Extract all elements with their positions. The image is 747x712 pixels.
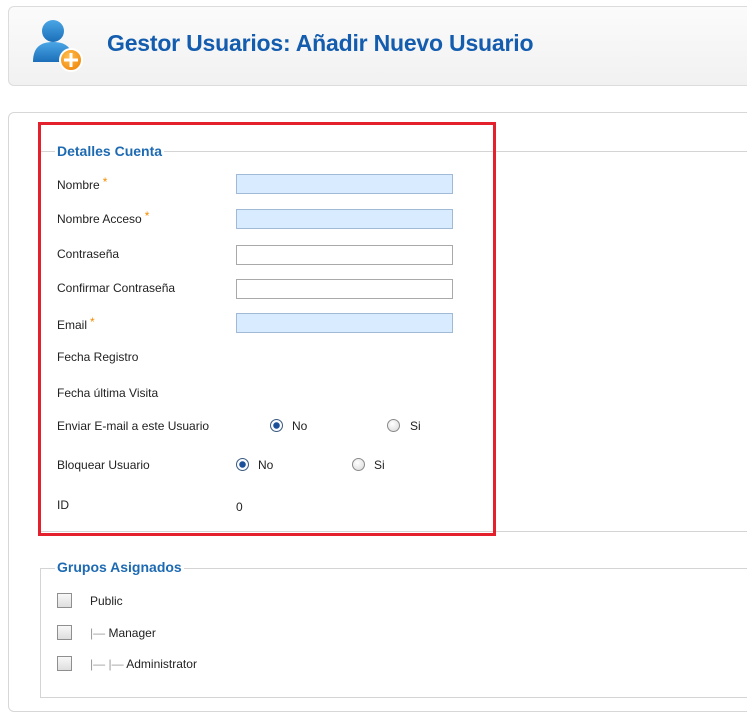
group-checkbox-public[interactable] xyxy=(57,593,72,608)
group-label-public: Public xyxy=(90,594,123,608)
tree-prefix: |— |— xyxy=(90,657,127,671)
confirm-password-input[interactable] xyxy=(236,279,453,299)
id-label: ID xyxy=(57,498,69,512)
username-input[interactable] xyxy=(236,209,453,229)
page-header: Gestor Usuarios: Añadir Nuevo Usuario xyxy=(8,6,747,86)
block-user-radio-si[interactable] xyxy=(352,458,365,471)
confirm-password-label: Confirmar Contraseña xyxy=(57,281,176,295)
block-user-label: Bloquear Usuario xyxy=(57,458,150,472)
required-star: * xyxy=(144,209,150,223)
assigned-groups-legend: Grupos Asignados xyxy=(55,559,184,575)
password-label: Contraseña xyxy=(57,247,120,261)
block-user-radio-no[interactable] xyxy=(236,458,249,471)
id-value: 0 xyxy=(236,500,243,514)
group-label-manager: |— Manager xyxy=(90,626,156,640)
group-checkbox-administrator[interactable] xyxy=(57,656,72,671)
send-email-radio-no[interactable] xyxy=(270,419,283,432)
send-email-radio-si[interactable] xyxy=(387,419,400,432)
block-user-option-si-label: Si xyxy=(374,458,385,472)
page-title: Gestor Usuarios: Añadir Nuevo Usuario xyxy=(107,30,534,56)
group-checkbox-manager[interactable] xyxy=(57,625,72,640)
email-input[interactable] xyxy=(236,313,453,333)
send-email-option-si-label: Si xyxy=(410,419,421,433)
required-star: * xyxy=(90,315,95,329)
user-add-icon xyxy=(33,20,83,72)
block-user-option-no-label: No xyxy=(258,458,274,472)
send-email-option-no-label: No xyxy=(292,419,308,433)
username-label: Nombre Acceso * xyxy=(57,209,150,226)
send-email-label: Enviar E-mail a este Usuario xyxy=(57,419,210,433)
group-label-administrator: |— |— Administrator xyxy=(90,657,197,671)
required-star: * xyxy=(102,175,108,189)
password-input[interactable] xyxy=(236,245,453,265)
last-visit-date-label: Fecha última Visita xyxy=(57,386,159,400)
name-input[interactable] xyxy=(236,174,453,194)
register-date-label: Fecha Registro xyxy=(57,350,139,364)
account-details-legend: Detalles Cuenta xyxy=(55,143,165,159)
email-label: Email * xyxy=(57,315,95,332)
name-label: Nombre * xyxy=(57,175,108,192)
tree-prefix: |— xyxy=(90,626,109,640)
